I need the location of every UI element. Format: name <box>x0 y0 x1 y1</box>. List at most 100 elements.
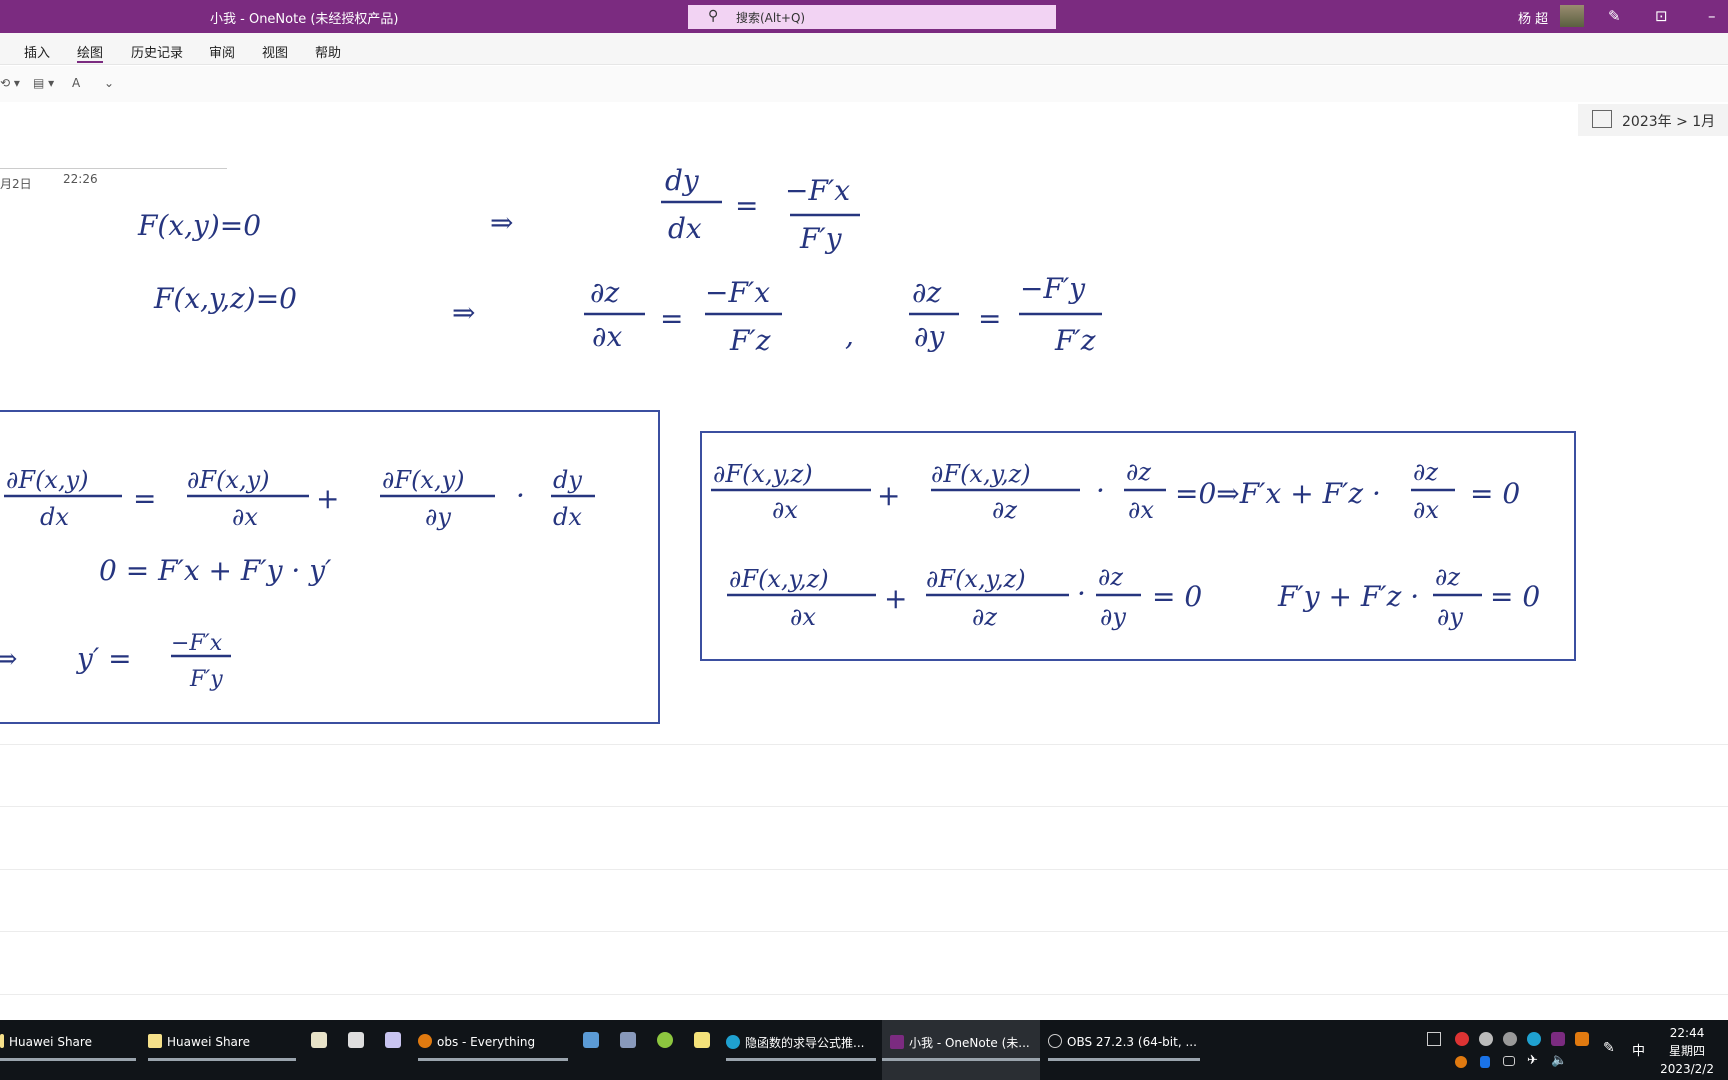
ink-eq: = <box>660 302 683 335</box>
edge-icon <box>726 1035 740 1049</box>
everything-icon <box>418 1034 432 1048</box>
ink-dfxy: ∂F(x,y) <box>382 466 465 494</box>
ink-eq-fxy: F(x,y)=0 <box>137 209 261 242</box>
app-icon <box>148 1034 162 1048</box>
ink-dx: ∂x <box>790 603 816 631</box>
ink-minus-fy: −F′y <box>1020 272 1086 305</box>
ink-dx: ∂x <box>592 320 622 353</box>
ink-dz: ∂z <box>1098 563 1123 591</box>
battery-icon[interactable] <box>1503 1056 1515 1066</box>
task-label: Huawei Share <box>167 1035 250 1049</box>
clock-date: 2023/2/2 <box>1660 1062 1714 1076</box>
ink-dot: · <box>1096 474 1105 507</box>
ink-dz: ∂z <box>1435 563 1460 591</box>
app-icon[interactable] <box>657 1032 673 1048</box>
ink-dz: ∂z <box>1126 458 1151 486</box>
ink-arrow: ⇒ <box>490 206 513 239</box>
obs-icon <box>1048 1034 1062 1048</box>
ink-fz: F′z <box>1054 324 1096 357</box>
ink-dz: ∂z <box>992 496 1017 524</box>
ink-eq: = <box>735 189 758 222</box>
ink-plus: + <box>877 479 900 512</box>
notes-icon[interactable] <box>694 1032 710 1048</box>
ink-dx: ∂x <box>772 496 798 524</box>
ink-dz: ∂z <box>912 276 941 309</box>
ink-eq: = <box>978 302 1001 335</box>
task-label: obs - Everything <box>437 1035 536 1049</box>
taskbar-item-obs[interactable]: OBS 27.2.3 (64-bit, ... <box>1048 1020 1200 1080</box>
tray-icon[interactable] <box>1427 1032 1441 1046</box>
ime-indicator[interactable]: 中 <box>1632 1040 1645 1059</box>
ink-line2: 0 = F′x + F′y · y′ <box>99 554 332 587</box>
ink-dx: ∂x <box>232 503 258 531</box>
ink-arrow: ⇒ <box>452 296 475 329</box>
app-icon <box>0 1034 4 1048</box>
ink-eq-zero: = 0 <box>1490 580 1540 613</box>
tray-icon[interactable] <box>1503 1032 1517 1046</box>
taskbar-item-everything[interactable]: obs - Everything <box>418 1020 568 1080</box>
ink-arrow: ⇒ <box>0 642 17 675</box>
network-icon[interactable]: ✈ <box>1527 1053 1543 1069</box>
ink-dz: ∂z <box>972 603 997 631</box>
task-label: 小我 - OneNote (未... <box>909 1036 1030 1050</box>
ink-dot: · <box>516 479 525 512</box>
ink-dz: ∂z <box>590 276 619 309</box>
ink-canvas[interactable]: F(x,y)=0 ⇒ dy dx = −F′x F′y F(x,y,z)=0 ⇒… <box>0 0 1728 1020</box>
tray-icon[interactable] <box>1479 1032 1493 1046</box>
clock[interactable]: 22:44 星期四 2023/2/2 <box>1660 1024 1714 1078</box>
ink-plus: + <box>316 482 339 515</box>
tray-icon[interactable] <box>1551 1032 1565 1046</box>
task-label: OBS 27.2.3 (64-bit, ... <box>1067 1035 1197 1049</box>
ink-fy: F′y <box>799 222 843 255</box>
ink-dfxyz: ∂F(x,y,z) <box>729 565 829 593</box>
ink-minus-fx: −F′x <box>785 174 850 207</box>
ink-dy: ∂y <box>1100 603 1126 631</box>
volume-icon[interactable]: 🔈 <box>1551 1053 1567 1069</box>
taskbar-item-onenote[interactable]: 小我 - OneNote (未... <box>882 1020 1040 1080</box>
ink-dot: · <box>1077 577 1086 610</box>
ink-eq: = <box>133 482 156 515</box>
app-icon[interactable] <box>583 1032 599 1048</box>
ink-minus-fx: −F′x <box>705 276 770 309</box>
ink-row1-tail: =0⇒F′x + F′z · <box>1175 477 1381 510</box>
ink-dfxy: ∂F(x,y) <box>187 466 270 494</box>
ink-dx: dx <box>40 503 69 531</box>
tray-icon[interactable] <box>1455 1032 1469 1046</box>
ink-dx: ∂x <box>1128 496 1154 524</box>
ink-dfxy: ∂F(x,y) <box>6 466 89 494</box>
taskbar-item-huawei-share[interactable]: Huawei Share <box>148 1020 296 1080</box>
ink-dx: dx <box>553 503 582 531</box>
bluetooth-icon[interactable] <box>1480 1056 1490 1068</box>
ink-eq-fxyz: F(x,y,z)=0 <box>153 282 297 315</box>
ink-dy: ∂y <box>1437 603 1463 631</box>
pen-menu-icon[interactable]: ✎ <box>1603 1040 1615 1056</box>
ink-dfxyz: ∂F(x,y,z) <box>713 460 813 488</box>
ink-minus-fx: −F′x <box>171 631 223 656</box>
store-icon[interactable] <box>311 1032 327 1048</box>
ink-row2-tail: F′y + F′z · <box>1277 580 1419 613</box>
ink-dy: dy <box>553 466 582 494</box>
ink-dfxyz: ∂F(x,y,z) <box>931 460 1031 488</box>
taskbar: Huawei Share Huawei Share obs - Everythi… <box>0 1020 1728 1080</box>
task-label: Huawei Share <box>9 1035 92 1049</box>
ink-dfxyz: ∂F(x,y,z) <box>926 565 1026 593</box>
ink-eq-zero: = 0 <box>1152 580 1202 613</box>
ink-comma: , <box>845 319 854 352</box>
tray-icon[interactable] <box>1455 1056 1467 1068</box>
task-label: 隐函数的求导公式推... <box>745 1036 865 1050</box>
ink-plus: + <box>884 582 907 615</box>
ink-dy: ∂y <box>914 320 945 353</box>
mail-icon[interactable] <box>348 1032 364 1048</box>
ink-dy: ∂y <box>425 503 451 531</box>
ink-fz: F′z <box>729 324 771 357</box>
ink-eq-zero: = 0 <box>1470 477 1520 510</box>
tray-icon[interactable] <box>1575 1032 1589 1046</box>
app-icon[interactable] <box>385 1032 401 1048</box>
ink-dy: dy <box>665 164 700 197</box>
ink-dz: ∂z <box>1413 458 1438 486</box>
tray-icon[interactable] <box>1527 1032 1541 1046</box>
onenote-icon <box>890 1035 904 1049</box>
taskbar-item-huawei-share[interactable]: Huawei Share <box>0 1020 136 1080</box>
taskbar-item-edge[interactable]: 隐函数的求导公式推... <box>726 1020 876 1080</box>
app-icon[interactable] <box>620 1032 636 1048</box>
